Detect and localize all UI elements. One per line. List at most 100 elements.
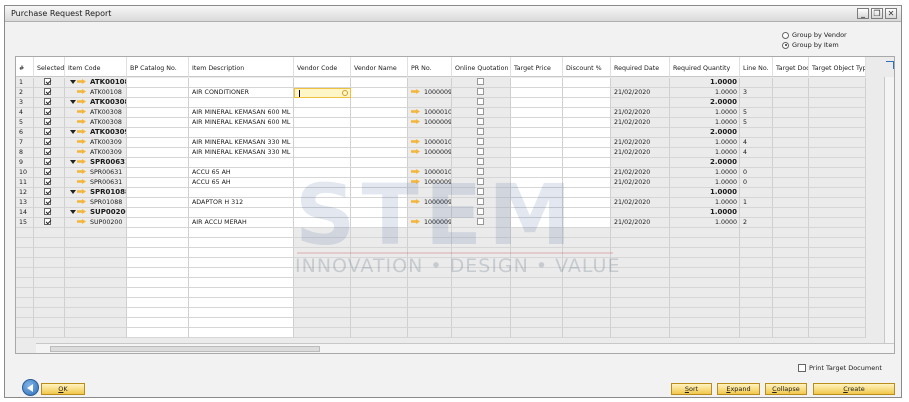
cell-item-code[interactable]: SPR00631 [65, 158, 127, 168]
cell-item-description[interactable] [189, 128, 294, 138]
cell-item-code[interactable]: ATK00308 [65, 118, 127, 128]
cell-vendor-code[interactable] [294, 148, 351, 158]
cell-target-object-type[interactable] [809, 128, 866, 138]
cell-item-description[interactable]: ACCU 65 AH [189, 178, 294, 188]
cell-item-description[interactable] [189, 278, 294, 288]
online-quotation-checkbox[interactable] [477, 148, 484, 155]
column-header-selected[interactable]: Selected [34, 57, 65, 77]
cell-target-price[interactable] [511, 278, 563, 288]
group-by-item-option[interactable]: Group by Item [782, 40, 847, 50]
cell-required-quantity[interactable]: 1.0000 [670, 118, 740, 128]
group-by-vendor-radio[interactable] [782, 31, 789, 39]
cell-online-quotation[interactable] [452, 288, 511, 298]
cell-vendor-name[interactable] [351, 198, 408, 208]
cell-online-quotation[interactable] [452, 148, 511, 158]
cell-online-quotation[interactable] [452, 208, 511, 218]
cell-bp-catalog-no[interactable] [127, 268, 189, 278]
cell-target-price[interactable] [511, 268, 563, 278]
cell-line-no[interactable] [740, 98, 773, 108]
online-quotation-checkbox[interactable] [477, 128, 484, 135]
cell-vendor-code[interactable] [294, 328, 351, 338]
cell-required-date[interactable] [611, 318, 670, 328]
cell-selected[interactable] [34, 328, 65, 338]
link-arrow-icon[interactable] [77, 119, 86, 124]
cell-online-quotation[interactable] [452, 188, 511, 198]
ok-button[interactable]: OK [41, 383, 85, 395]
link-arrow-icon[interactable] [411, 169, 420, 174]
cell-bp-catalog-no[interactable] [127, 318, 189, 328]
group-by-vendor-option[interactable]: Group by Vendor [782, 30, 847, 40]
cell-target-doc[interactable] [773, 278, 809, 288]
cell-online-quotation[interactable] [452, 138, 511, 148]
cell-vendor-name[interactable] [351, 208, 408, 218]
cell-vendor-code[interactable] [294, 248, 351, 258]
cell-selected[interactable] [34, 238, 65, 248]
selected-checkbox[interactable] [44, 188, 51, 195]
cell-online-quotation[interactable] [452, 108, 511, 118]
cell-selected[interactable] [34, 188, 65, 198]
cell-pr-no[interactable] [408, 298, 452, 308]
cell-item-description[interactable] [189, 208, 294, 218]
cell-line-no[interactable]: 3 [740, 88, 773, 98]
cell-discount-percent[interactable] [563, 288, 611, 298]
cell-bp-catalog-no[interactable] [127, 88, 189, 98]
cell-vendor-code[interactable] [294, 288, 351, 298]
cell-bp-catalog-no[interactable] [127, 288, 189, 298]
cell-vendor-name[interactable] [351, 308, 408, 318]
cell-required-quantity[interactable]: 1.0000 [670, 108, 740, 118]
cell-target-object-type[interactable] [809, 78, 866, 88]
cell-discount-percent[interactable] [563, 268, 611, 278]
online-quotation-checkbox[interactable] [477, 138, 484, 145]
cell-item-code[interactable]: ATK00308 [65, 108, 127, 118]
cell-required-date[interactable]: 21/02/2020 [611, 108, 670, 118]
cell-vendor-name[interactable] [351, 298, 408, 308]
cell-target-price[interactable] [511, 128, 563, 138]
cell-item-description[interactable]: AIR MINERAL KEMASAN 600 ML [189, 108, 294, 118]
column-header-item-code[interactable]: Item Code [65, 57, 127, 77]
cell-required-quantity[interactable] [670, 228, 740, 238]
cell-target-price[interactable] [511, 168, 563, 178]
cell-target-doc[interactable] [773, 258, 809, 268]
cell-online-quotation[interactable] [452, 158, 511, 168]
group-by-item-radio[interactable] [782, 41, 789, 49]
cell-required-date[interactable]: 21/02/2020 [611, 178, 670, 188]
cell-line-no[interactable] [740, 258, 773, 268]
cell-item-code[interactable] [65, 248, 127, 258]
link-arrow-icon[interactable] [77, 209, 86, 214]
cell-item-description[interactable] [189, 238, 294, 248]
cell-vendor-name[interactable] [351, 98, 408, 108]
cell-target-doc[interactable] [773, 328, 809, 338]
cell-target-doc[interactable] [773, 298, 809, 308]
cell-bp-catalog-no[interactable] [127, 308, 189, 318]
link-arrow-icon[interactable] [77, 189, 86, 194]
cell-vendor-code[interactable] [294, 208, 351, 218]
selected-checkbox[interactable] [44, 148, 51, 155]
cell-target-price[interactable] [511, 218, 563, 228]
cell-target-doc[interactable] [773, 218, 809, 228]
cell-item-code[interactable]: SPR01088 [65, 188, 127, 198]
selected-checkbox[interactable] [44, 128, 51, 135]
online-quotation-checkbox[interactable] [477, 188, 484, 195]
cell-vendor-code[interactable] [294, 308, 351, 318]
cell-vendor-code[interactable] [294, 238, 351, 248]
cell-selected[interactable] [34, 78, 65, 88]
cell-target-price[interactable] [511, 78, 563, 88]
cell-selected[interactable] [34, 318, 65, 328]
cell-required-quantity[interactable]: 1.0000 [670, 178, 740, 188]
cell-line-no[interactable] [740, 268, 773, 278]
cell-bp-catalog-no[interactable] [127, 248, 189, 258]
online-quotation-checkbox[interactable] [477, 158, 484, 165]
cell-item-code[interactable] [65, 258, 127, 268]
cell-pr-no[interactable] [408, 328, 452, 338]
collapse-button[interactable]: Collapse [765, 383, 807, 395]
cell-vendor-code[interactable] [294, 298, 351, 308]
cell-discount-percent[interactable] [563, 248, 611, 258]
cell-target-price[interactable] [511, 88, 563, 98]
cell-pr-no[interactable] [408, 268, 452, 278]
cell-bp-catalog-no[interactable] [127, 328, 189, 338]
selected-checkbox[interactable] [44, 168, 51, 175]
column-header-discount-percent[interactable]: Discount % [563, 57, 611, 77]
cell-item-description[interactable] [189, 78, 294, 88]
selected-checkbox[interactable] [44, 138, 51, 145]
cell-required-quantity[interactable]: 1.0000 [670, 198, 740, 208]
